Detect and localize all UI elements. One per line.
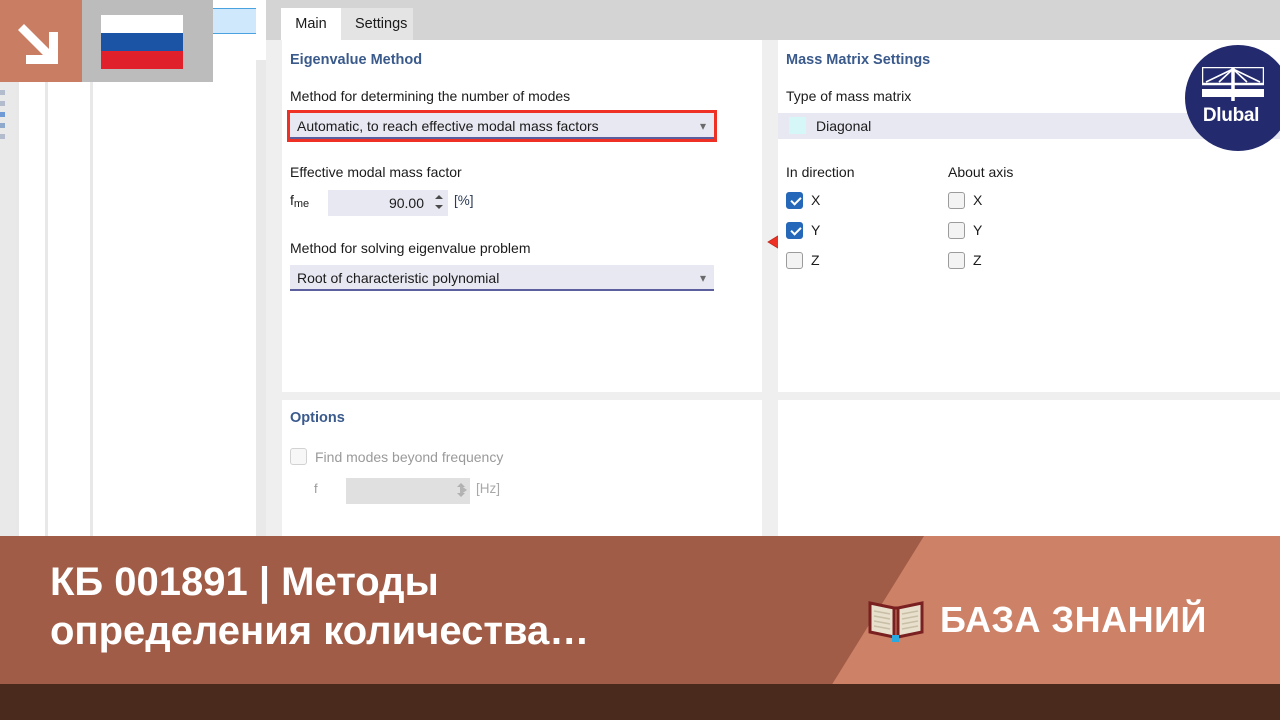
tab-main[interactable]: Main (281, 8, 341, 40)
dlubal-logo: Dlubal (1185, 45, 1280, 151)
checkbox-about-axis-x[interactable] (948, 192, 965, 209)
method-modes-label: Method for determining the number of mod… (290, 88, 571, 104)
dlubal-truss-icon (1202, 67, 1264, 101)
checkbox-in-direction-z[interactable] (786, 252, 803, 269)
video-title-banner: КБ 001891 | Методы определения количеств… (0, 536, 1280, 720)
open-book-icon (868, 601, 924, 642)
bg-divider-4 (256, 60, 266, 536)
overlay-arrow-tile (0, 0, 82, 82)
checkbox-in-direction-y[interactable] (786, 222, 803, 239)
spinner-arrows-icon[interactable] (434, 193, 443, 213)
label-in-direction-z: Z (811, 252, 820, 268)
fme-symbol-label: fme (290, 192, 310, 210)
banner-bottom-strip (0, 684, 1280, 720)
checkbox-about-axis-y[interactable] (948, 222, 965, 239)
tab-settings-label: Settings (355, 16, 408, 32)
screenshot-root: oot of ch Main Settings Eigenvalue Metho… (0, 0, 1280, 720)
panel-eigenvalue-method: Eigenvalue Method Method for determining… (282, 40, 819, 392)
panel-options: Options Find modes beyond frequency f [H… (282, 400, 762, 540)
modal-analysis-settings-dialog: Main Settings Eigenvalue Method Method f… (266, 0, 1280, 540)
tab-settings[interactable]: Settings (341, 8, 413, 40)
find-modes-label: Find modes beyond frequency (315, 449, 504, 465)
bg-divider-2 (45, 60, 48, 536)
method-solving-label: Method for solving eigenvalue problem (290, 240, 531, 256)
banner-title-line1: КБ 001891 | Методы (50, 560, 439, 604)
fme-spinbox[interactable]: 90.00 (328, 190, 448, 216)
label-about-axis-y: Y (973, 222, 983, 238)
chevron-down-icon: ▾ (699, 271, 706, 285)
method-modes-dropdown[interactable]: Automatic, to reach effective modal mass… (290, 113, 714, 139)
banner-title: КБ 001891 | Методы определения количеств… (50, 558, 850, 656)
frequency-symbol-label: f (314, 481, 318, 496)
type-of-mass-matrix-value: Diagonal (816, 118, 872, 134)
options-title: Options (290, 410, 345, 426)
checkbox-in-direction-x[interactable] (786, 192, 803, 209)
fme-unit: [%] (454, 193, 474, 208)
label-in-direction-x: X (811, 192, 821, 208)
effective-modal-mass-label: Effective modal mass factor (290, 164, 462, 180)
frequency-unit: [Hz] (476, 481, 501, 496)
panel-empty-bottom-right (778, 400, 1280, 540)
label-about-axis-z: Z (973, 252, 982, 268)
arrow-down-right-icon (18, 24, 58, 64)
bg-divider-1 (16, 60, 19, 536)
tab-main-label: Main (295, 16, 327, 32)
fme-value: 90.00 (388, 195, 424, 211)
russian-flag-icon (101, 15, 183, 69)
mass-matrix-color-swatch (789, 117, 806, 134)
bg-divider-3 (90, 60, 93, 536)
about-axis-label: About axis (948, 164, 1014, 180)
in-direction-label: In direction (786, 164, 855, 180)
eigenvalue-method-title: Eigenvalue Method (290, 52, 423, 68)
checkbox-about-axis-z[interactable] (948, 252, 965, 269)
knowledge-base-label: БАЗА ЗНАНИЙ (940, 599, 1207, 640)
label-about-axis-x: X (973, 192, 983, 208)
label-in-direction-y: Y (811, 222, 821, 238)
method-solving-dropdown[interactable]: Root of characteristic polynomial ▾ (290, 265, 714, 291)
bg-mini-icon-column (0, 90, 5, 145)
type-of-mass-matrix-label: Type of mass matrix (786, 88, 912, 104)
dlubal-logo-text: Dlubal (1202, 105, 1260, 126)
checkbox-find-modes-beyond-frequency[interactable] (290, 448, 307, 465)
method-modes-value: Automatic, to reach effective modal mass… (297, 118, 599, 134)
tab-bar: Main Settings (266, 0, 1280, 40)
method-solving-value: Root of characteristic polynomial (297, 270, 500, 286)
frequency-picker-icon[interactable] (460, 485, 467, 495)
chevron-down-icon: ▾ (699, 119, 706, 133)
banner-title-line2: определения количества… (50, 609, 590, 654)
mass-matrix-title: Mass Matrix Settings (786, 52, 931, 68)
frequency-spinbox[interactable] (346, 478, 470, 504)
